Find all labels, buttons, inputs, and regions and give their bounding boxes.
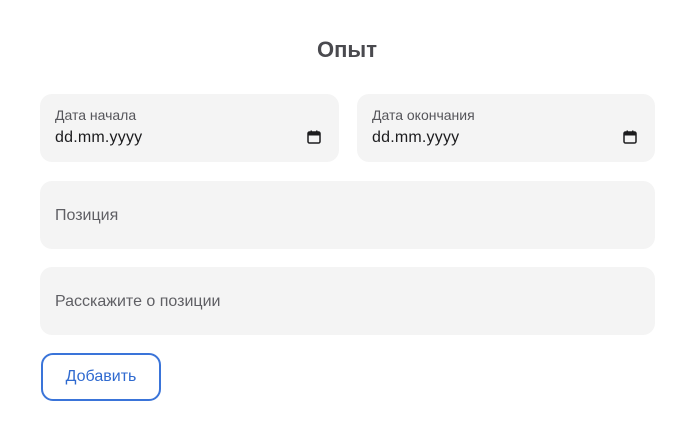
end-date-label: Дата окончания	[372, 107, 475, 123]
start-date-value[interactable]: dd.mm.yyyy	[55, 128, 142, 148]
add-button[interactable]: Добавить	[41, 353, 161, 401]
position-placeholder: Позиция	[55, 207, 119, 224]
about-position-placeholder: Расскажите о позиции	[55, 293, 221, 310]
experience-form: Опыт Дата начала dd.mm.yyyy Дата окончан…	[0, 0, 694, 430]
start-date-label: Дата начала	[55, 107, 137, 123]
about-position-textarea[interactable]: Расскажите о позиции	[40, 267, 655, 335]
calendar-icon[interactable]	[307, 130, 321, 144]
calendar-icon[interactable]	[623, 130, 637, 144]
position-input[interactable]: Позиция	[40, 181, 655, 249]
form-title: Опыт	[317, 37, 377, 62]
end-date-value[interactable]: dd.mm.yyyy	[372, 128, 459, 148]
start-date-field[interactable]: Дата начала dd.mm.yyyy	[40, 94, 339, 162]
end-date-field[interactable]: Дата окончания dd.mm.yyyy	[357, 94, 655, 162]
